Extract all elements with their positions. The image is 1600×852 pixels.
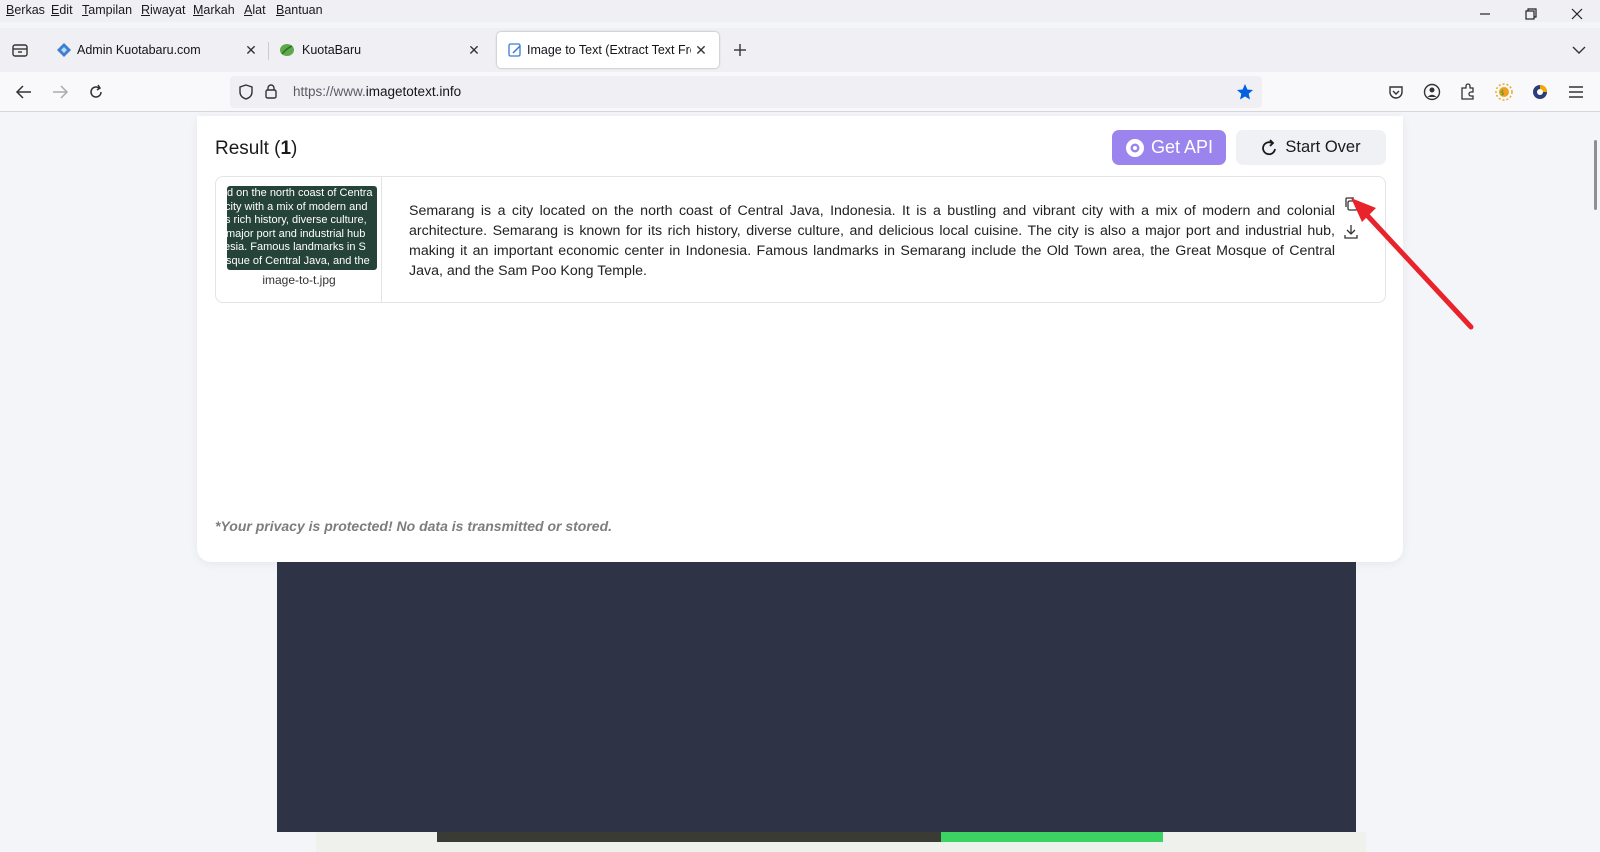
minimize-button[interactable] [1462,0,1508,28]
hamburger-menu-icon [1569,86,1583,98]
result-card: Result (1) Get API Start Over d on the n… [197,116,1403,562]
chevron-down-icon [1572,46,1586,54]
sun-extension-icon: $ [1495,83,1513,101]
tab-title: Image to Text (Extract Text From [527,43,691,57]
url-prefix: https://www. [293,84,366,99]
menu-edit[interactable]: Edit [51,3,73,17]
extension-color-button[interactable] [1528,80,1552,104]
advertisement-image-dark [437,832,941,842]
extension-sun-button[interactable]: $ [1492,80,1516,104]
navigation-toolbar: https://www.imagetotext.info $ [0,72,1600,112]
back-button[interactable] [12,80,36,104]
tab-overview-button[interactable] [8,38,32,62]
restore-button[interactable] [1508,0,1554,28]
tab-close-icon[interactable]: ✕ [243,42,259,58]
tab-title: Admin Kuotabaru.com [77,43,201,57]
tab-title: KuotaBaru [302,43,362,57]
tab-close-icon[interactable]: ✕ [466,42,482,58]
privacy-note: *Your privacy is protected! No data is t… [215,518,613,534]
arrow-left-icon [15,85,31,99]
thumbnail-line: s rich history, diverse culture, [227,214,367,227]
color-picker-extension-icon [1533,85,1547,99]
plus-icon [734,44,746,56]
image-filename: image-to-t.jpg [262,273,336,287]
tab-image-to-text[interactable]: Image to Text (Extract Text From ✕ [497,32,719,68]
result-item: d on the north coast of Centra city with… [215,176,1386,303]
extensions-button[interactable] [1456,80,1480,104]
bookmark-star-icon[interactable] [1236,83,1254,101]
thumbnail-line: sque of Central Java, and the [227,254,370,267]
download-button[interactable] [1340,221,1362,243]
copy-button[interactable] [1340,193,1362,215]
new-tab-button[interactable] [728,38,752,62]
url-text[interactable]: https://www.imagetotext.info [293,84,461,99]
thumbnail-line: major port and industrial hub [227,227,366,240]
restore-icon [1525,8,1537,20]
puzzle-icon [1461,83,1474,100]
result-title-prefix: Result ( [215,138,281,159]
advertisement-image-green [941,832,1163,842]
tab-close-icon[interactable]: ✕ [693,42,709,58]
result-title-suffix: ) [291,138,298,159]
svg-text:$: $ [1500,89,1504,97]
menu-tampilan[interactable]: Tampilan [82,3,132,17]
close-window-button[interactable] [1554,0,1600,28]
image-thumbnail: d on the north coast of Centra city with… [227,186,377,270]
list-all-tabs-button[interactable] [1567,38,1591,62]
menu-riwayat[interactable]: Riwayat [141,3,185,17]
menu-markah[interactable]: Markah [193,3,235,17]
result-title: Result (1) [215,138,297,160]
advertisement-panel[interactable] [277,562,1356,832]
menu-berkas[interactable]: Berkas [6,3,45,17]
start-over-button[interactable]: Start Over [1236,130,1386,165]
address-bar[interactable]: https://www.imagetotext.info [230,76,1262,108]
tab-admin-kuotabaru[interactable]: Admin Kuotabaru.com ✕ [45,32,265,68]
thumbnail-line: city with a mix of modern and [227,200,368,213]
account-icon [1423,83,1441,101]
folder-tabs-icon [12,44,28,57]
menu-bantuan[interactable]: Bantuan [276,3,323,17]
extracted-text[interactable]: Semarang is a city located on the north … [409,201,1335,281]
pocket-icon [1389,86,1403,99]
reload-icon [90,84,102,98]
download-icon [1344,225,1358,239]
diamond-icon [57,43,71,57]
copy-icon [1345,197,1358,211]
start-over-label: Start Over [1285,138,1361,156]
thumbnail-line: esia. Famous landmarks in S [227,241,366,254]
lock-icon[interactable] [264,83,278,100]
get-api-button[interactable]: Get API [1112,130,1226,165]
tab-kuotabaru[interactable]: KuotaBaru ✕ [268,32,486,68]
close-icon [1571,8,1583,20]
refresh-icon [1262,138,1277,155]
forward-button[interactable] [48,80,72,104]
pocket-button[interactable] [1384,80,1408,104]
url-domain: imagetotext.info [365,84,462,99]
menu-bar: Berkas Edit Tampilan Riwayat Markah Alat… [0,0,1600,22]
leaf-icon [280,44,294,56]
arrow-right-icon [53,85,69,99]
page-content: Result (1) Get API Start Over d on the n… [0,112,1600,852]
gear-icon [1125,138,1144,157]
reload-button[interactable] [84,80,108,104]
tab-strip: Admin Kuotabaru.com ✕ KuotaBaru ✕ Image … [0,28,1600,72]
edit-document-icon [508,43,521,57]
account-button[interactable] [1420,80,1444,104]
thumbnail-column: d on the north coast of Centra city with… [216,177,382,302]
get-api-label: Get API [1150,137,1214,157]
thumbnail-line: d on the north coast of Centra [227,187,373,199]
shield-icon[interactable] [238,84,254,100]
result-count: 1 [280,138,292,159]
scrollbar-thumb[interactable] [1594,140,1597,210]
minimize-icon [1480,13,1490,15]
app-menu-button[interactable] [1564,80,1588,104]
menu-alat[interactable]: Alat [244,3,266,17]
